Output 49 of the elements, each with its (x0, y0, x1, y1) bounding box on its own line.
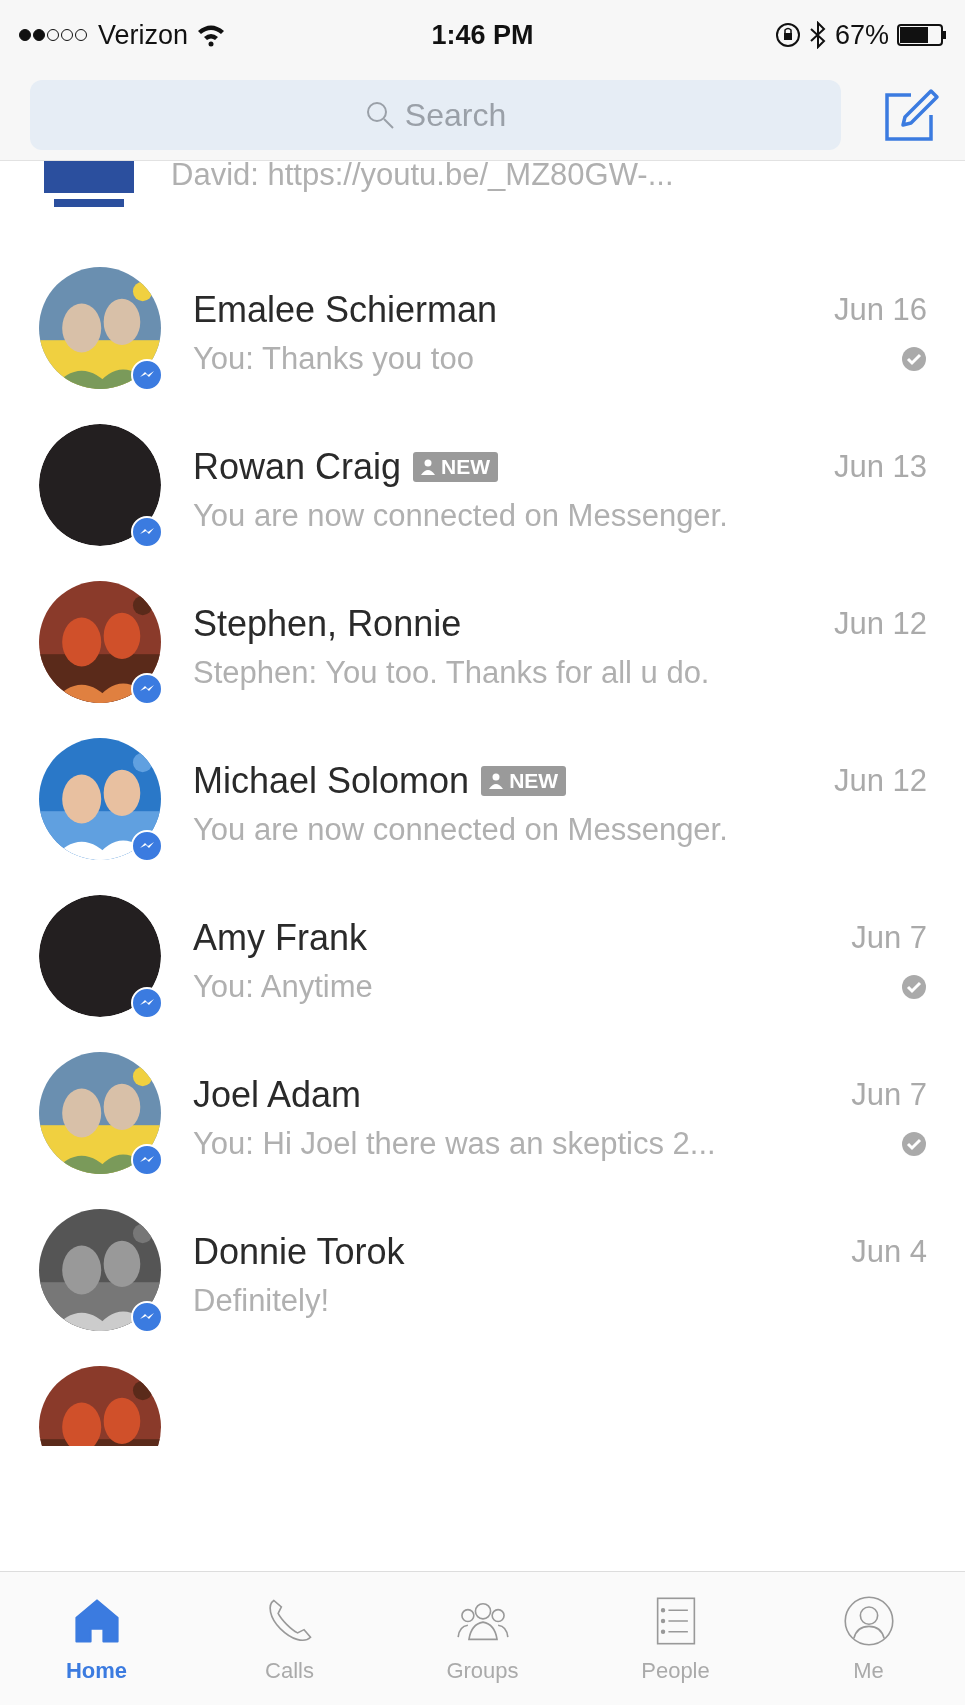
new-badge: NEW (481, 765, 567, 796)
message-date: Jun 12 (833, 762, 927, 799)
conversation-row[interactable]: Joel Adam Jun 7 You: Hi Joel there was an skeptics 2... (0, 1034, 965, 1191)
message-preview: You: Hi Joel there was an skeptics 2... (193, 1125, 716, 1162)
message-preview: Definitely! (193, 1282, 330, 1319)
messenger-badge-icon (131, 1300, 163, 1333)
messenger-badge-icon (131, 829, 163, 862)
messenger-badge-icon (131, 358, 163, 391)
tab-button[interactable]: Home (0, 1572, 193, 1705)
conversation-row[interactable]: Stephen, Ronnie Jun 12 Stephen: You too. Thanks for all u do. (0, 563, 965, 720)
message-preview: David: https://youtu.be/_MZ80GW-... (171, 161, 675, 193)
conversation-row[interactable]: Emalee Schierman Jun 16 You: Thanks you too (0, 249, 965, 406)
messenger-badge-icon (131, 1143, 163, 1176)
message-preview: You are now connected on Messenger. (193, 497, 728, 534)
message-preview: Stephen: You too. Thanks for all u do. (193, 654, 710, 691)
messenger-badge-icon (131, 515, 163, 548)
contact-name: Amy Frank (193, 916, 368, 959)
new-badge: NEW (413, 451, 499, 482)
clock-time: 1:46 PM (431, 19, 534, 51)
message-date: Jun 13 (833, 448, 927, 485)
bluetooth-icon (808, 21, 827, 49)
signal-icon (18, 28, 90, 42)
contact-name: Stephen, Ronnie (193, 602, 462, 645)
contact-name: Michael Solomon (193, 759, 470, 802)
message-date: Jun 7 (851, 919, 927, 956)
rotation-lock-icon (774, 22, 801, 48)
message-date: Jun 12 (833, 605, 927, 642)
contact-name: Emalee Schierman (193, 288, 498, 331)
message-preview: You: Thanks you too (193, 340, 474, 377)
contact-name: Joel Adam (193, 1073, 362, 1116)
wifi-icon (196, 23, 227, 47)
message-preview: You are now connected on Messenger. (193, 811, 728, 848)
conversation-row[interactable]: Amy Frank Jun 7 You: Anytime (0, 877, 965, 1034)
conversation-row[interactable]: Donnie Torok Jun 4 Definitely! (0, 1191, 965, 1348)
contact-name: Donnie Torok (193, 1230, 405, 1273)
search-icon (364, 100, 395, 130)
conversation-row[interactable]: Michael Solomon NEW Jun 12 You are now connected on Messenger. (0, 720, 965, 877)
person-icon (841, 1593, 896, 1648)
conversation-row[interactable]: Rowan Craig NEW Jun 13 You are now connected on Messenger. (0, 406, 965, 563)
message-preview: You: Anytime (193, 968, 373, 1005)
carrier-name: Verizon (98, 19, 189, 51)
contact-name: Rowan Craig (193, 445, 402, 488)
messenger-badge-icon (131, 672, 163, 705)
battery-icon (897, 23, 947, 47)
message-date: Jun 16 (833, 291, 927, 328)
battery-percent: 67% (834, 19, 889, 51)
message-date: Jun 4 (851, 1233, 927, 1270)
message-date: Jun 7 (851, 1076, 927, 1113)
messenger-badge-icon (131, 986, 163, 1019)
